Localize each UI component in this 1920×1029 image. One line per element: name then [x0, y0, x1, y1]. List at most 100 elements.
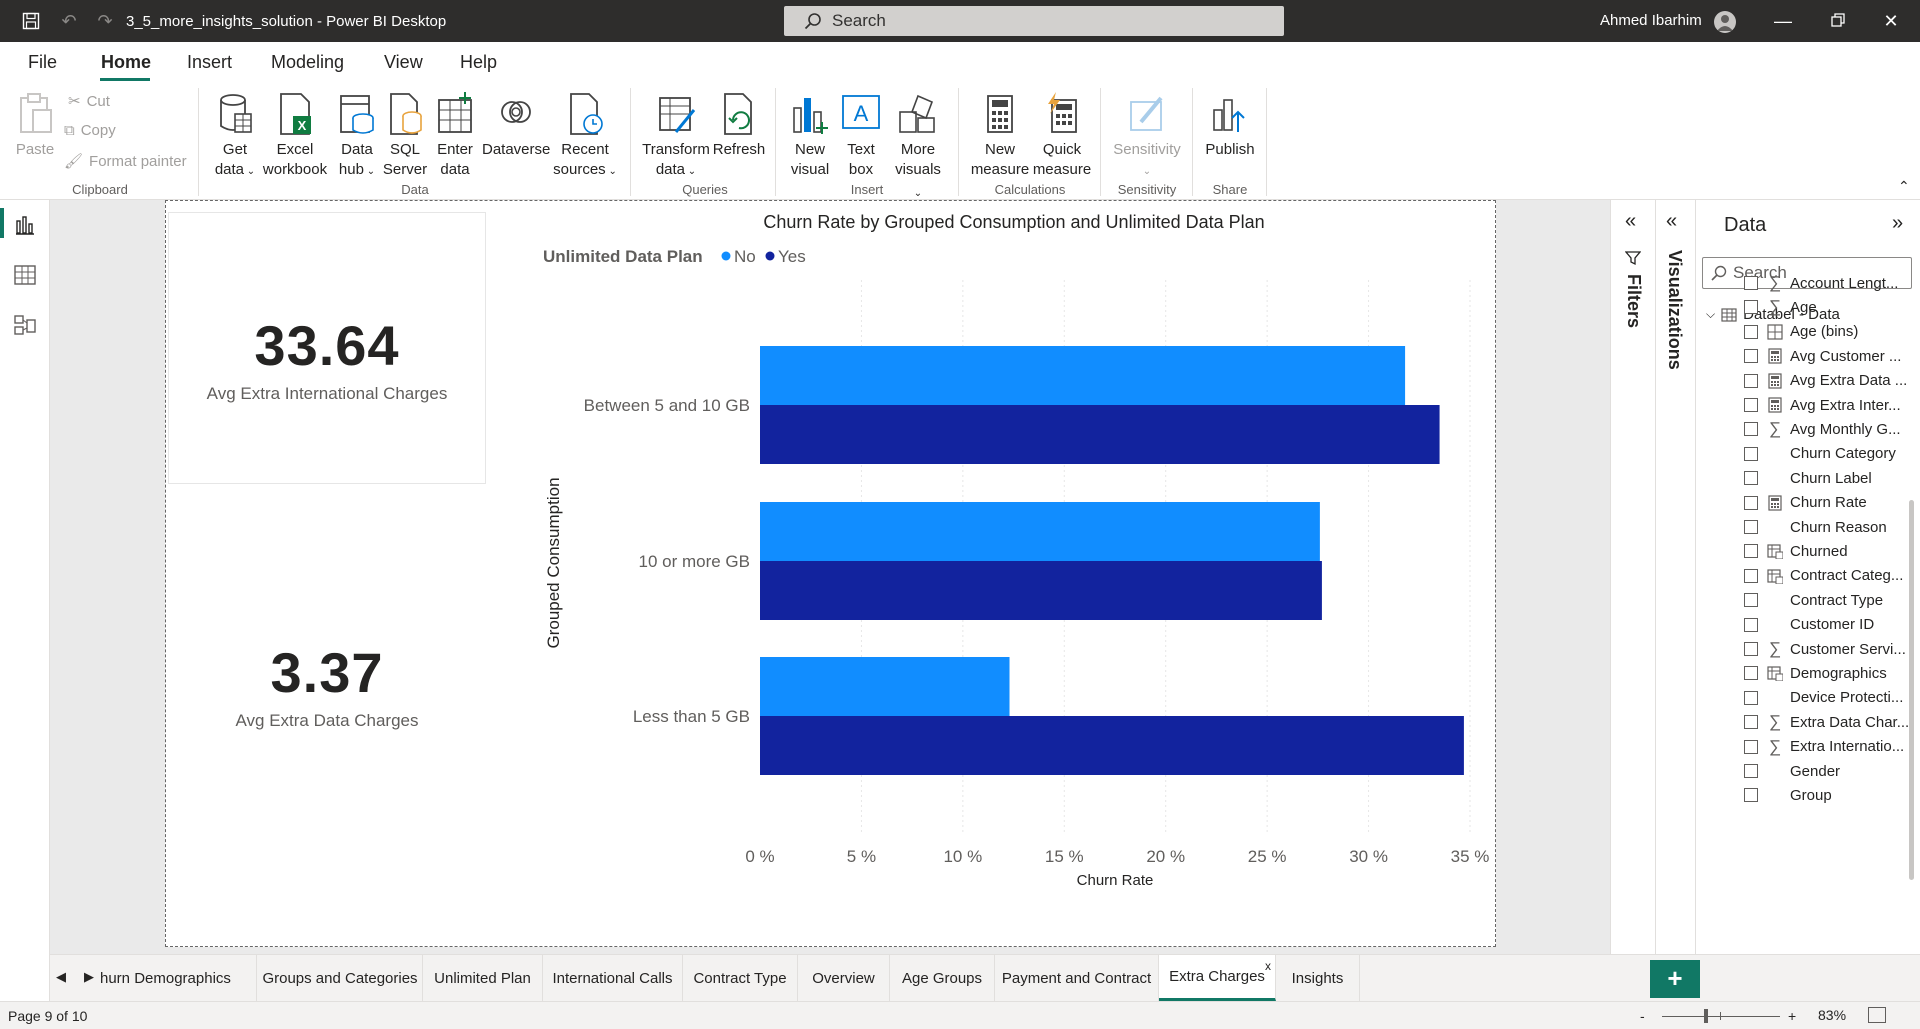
table-view-icon[interactable] — [12, 262, 38, 288]
field-checkbox[interactable] — [1744, 568, 1758, 583]
tab-unlimited-plan[interactable]: Unlimited Plan — [423, 955, 543, 1001]
field-item[interactable]: Contract Categ... — [1744, 564, 1903, 588]
field-checkbox[interactable] — [1744, 642, 1758, 656]
field-item[interactable]: ∑ Account Lengt... — [1744, 271, 1898, 295]
close-button[interactable]: ✕ — [1876, 10, 1906, 32]
tab-age-groups[interactable]: Age Groups — [890, 955, 995, 1001]
field-item[interactable]: Churn Rate — [1744, 491, 1867, 515]
text-box-button[interactable]: A Text box — [838, 92, 884, 180]
field-checkbox[interactable] — [1744, 373, 1758, 388]
field-item[interactable]: ∑ Extra Internatio... — [1744, 735, 1904, 759]
field-checkbox[interactable] — [1744, 446, 1758, 461]
save-icon[interactable] — [18, 8, 44, 34]
quick-measure-button[interactable]: Quick measure — [1032, 92, 1092, 180]
avatar[interactable] — [1714, 11, 1736, 33]
model-view-icon[interactable] — [12, 312, 38, 338]
menu-file[interactable]: File — [28, 52, 57, 73]
field-item[interactable]: Group — [1744, 783, 1832, 807]
data-pane-scrollbar[interactable] — [1909, 500, 1914, 880]
copy-button[interactable]: ⧉ Copy — [64, 122, 116, 139]
tab-close-icon[interactable]: x — [1265, 959, 1271, 973]
field-checkbox[interactable] — [1744, 764, 1758, 778]
zoom-out-button[interactable]: - — [1640, 1008, 1645, 1024]
tab-extra-charges[interactable]: Extra Charges x — [1159, 955, 1276, 1001]
tab-insights[interactable]: Insights — [1276, 955, 1360, 1001]
cut-button[interactable]: ✂ Cut — [68, 92, 110, 111]
transform-data-button[interactable]: Transform data ⌄ — [640, 92, 712, 182]
fit-to-page-icon[interactable] — [1868, 1007, 1886, 1023]
dataverse-button[interactable]: Dataverse — [482, 92, 550, 160]
visualizations-pane[interactable]: « Visualizations — [1655, 200, 1695, 1001]
field-checkbox[interactable] — [1744, 690, 1758, 705]
user-name[interactable]: Ahmed Ibarhim — [1600, 12, 1702, 29]
tab-scroll-left-icon[interactable]: ◀ — [56, 969, 66, 985]
churn-rate-bar-chart[interactable]: Churn Rate by Grouped Consumption and Un… — [520, 205, 1500, 905]
menu-insert[interactable]: Insert — [187, 52, 232, 73]
field-item[interactable]: Avg Customer ... — [1744, 344, 1901, 368]
tab-scroll-right-icon[interactable]: ▶ — [84, 969, 94, 985]
field-item[interactable]: ∑ Extra Data Char... — [1744, 710, 1909, 734]
field-item[interactable]: Demographics — [1744, 661, 1887, 685]
field-item[interactable]: Customer ID — [1744, 613, 1874, 637]
field-checkbox[interactable] — [1744, 520, 1758, 534]
new-measure-button[interactable]: New measure — [968, 92, 1032, 180]
field-item[interactable]: Device Protecti... — [1744, 686, 1903, 710]
restore-button[interactable] — [1823, 10, 1853, 32]
field-checkbox[interactable] — [1744, 495, 1758, 510]
kpi-card-data[interactable]: 3.37 Avg Extra Data Charges — [168, 640, 486, 760]
field-checkbox[interactable] — [1744, 398, 1758, 412]
field-checkbox[interactable] — [1744, 593, 1758, 608]
new-visual-button[interactable]: New visual — [786, 92, 834, 180]
menu-modeling[interactable]: Modeling — [271, 52, 344, 73]
tab-overview[interactable]: Overview — [798, 955, 890, 1001]
field-checkbox[interactable] — [1744, 276, 1758, 290]
field-item[interactable]: Avg Extra Inter... — [1744, 393, 1901, 417]
tab-payment-and-contract[interactable]: Payment and Contract — [995, 955, 1159, 1001]
menu-home[interactable]: Home — [101, 52, 151, 73]
collapse-filters-icon[interactable]: « — [1625, 210, 1636, 233]
sql-server-button[interactable]: SQL Server — [382, 92, 428, 180]
report-view-icon[interactable] — [12, 212, 38, 238]
undo-icon[interactable]: ↶ — [56, 8, 82, 34]
paste-button[interactable]: Paste — [14, 92, 56, 160]
kpi-card-international[interactable]: 33.64 Avg Extra International Charges — [168, 212, 486, 484]
add-page-button[interactable]: + — [1650, 960, 1700, 998]
filters-pane[interactable]: « Filters — [1610, 200, 1655, 1001]
field-checkbox[interactable] — [1744, 544, 1758, 559]
collapse-data-icon[interactable]: » — [1892, 212, 1903, 235]
field-item[interactable]: Age (bins) — [1744, 320, 1858, 344]
format-painter-button[interactable]: 🖌 Format painter — [64, 152, 187, 171]
field-checkbox[interactable] — [1744, 324, 1758, 339]
enter-data-button[interactable]: Enter data — [432, 92, 478, 180]
tab-international-calls[interactable]: International Calls — [543, 955, 683, 1001]
recent-sources-button[interactable]: Recent sources ⌄ — [552, 92, 618, 182]
tab-churn-demographics[interactable]: hurn Demographics — [100, 955, 257, 1001]
field-item[interactable]: ∑ Customer Servi... — [1744, 637, 1906, 661]
field-item[interactable]: Avg Extra Data ... — [1744, 369, 1907, 393]
menu-view[interactable]: View — [384, 52, 423, 73]
field-checkbox[interactable] — [1744, 422, 1758, 437]
field-item[interactable]: Churn Category — [1744, 442, 1896, 466]
zoom-slider-thumb[interactable] — [1704, 1009, 1708, 1023]
data-hub-button[interactable]: Data hub ⌄ — [332, 92, 382, 182]
zoom-in-button[interactable]: + — [1788, 1008, 1796, 1024]
global-search[interactable]: Search — [784, 6, 1284, 36]
field-item[interactable]: Churned — [1744, 539, 1848, 563]
redo-icon[interactable]: ↷ — [92, 8, 118, 34]
field-checkbox[interactable] — [1744, 349, 1758, 364]
field-checkbox[interactable] — [1744, 788, 1758, 803]
field-item[interactable]: ∑ Age — [1744, 295, 1817, 319]
publish-button[interactable]: Publish — [1202, 92, 1258, 160]
tab-contract-type[interactable]: Contract Type — [683, 955, 798, 1001]
field-checkbox[interactable] — [1744, 715, 1758, 730]
get-data-button[interactable]: Get data ⌄ — [210, 92, 260, 182]
sensitivity-button[interactable]: Sensitivity ⌄ — [1108, 92, 1186, 182]
field-item[interactable]: Churn Label — [1744, 466, 1872, 490]
zoom-slider[interactable] — [1662, 1016, 1780, 1017]
tab-groups-and-categories[interactable]: Groups and Categories — [258, 955, 423, 1001]
field-item[interactable]: Contract Type — [1744, 588, 1883, 612]
excel-workbook-button[interactable]: X Excel workbook — [262, 92, 328, 180]
field-checkbox[interactable] — [1744, 617, 1758, 632]
field-checkbox[interactable] — [1744, 739, 1758, 754]
field-checkbox[interactable] — [1744, 666, 1758, 681]
